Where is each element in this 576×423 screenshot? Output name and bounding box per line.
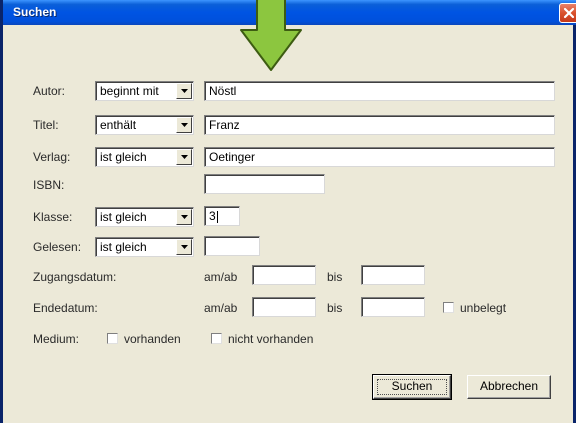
chevron-down-icon[interactable]	[176, 239, 192, 255]
available-label[interactable]: vorhanden	[124, 332, 181, 346]
unbelegt-label[interactable]: unbelegt	[460, 301, 506, 315]
chevron-down-icon[interactable]	[176, 83, 192, 99]
down-arrow-icon	[240, 0, 302, 71]
author-label: Autor:	[33, 84, 66, 98]
available-checkbox[interactable]	[107, 333, 118, 344]
author-operator-value: beginnt mit	[100, 84, 159, 98]
publisher-operator-value: ist gleich	[100, 150, 147, 164]
author-input-value: Nöstl	[209, 84, 237, 98]
close-icon	[563, 7, 575, 19]
publisher-input[interactable]: Oetinger	[204, 147, 555, 167]
medium-label: Medium:	[33, 332, 80, 346]
end-date-to-input[interactable]	[361, 297, 425, 317]
end-date-from-label: am/ab	[204, 301, 238, 315]
title-label: Titel:	[33, 118, 59, 132]
author-operator-select[interactable]: beginnt mit	[95, 81, 194, 101]
author-input[interactable]: Nöstl	[204, 81, 555, 101]
chevron-down-icon[interactable]	[176, 117, 192, 133]
class-label: Klasse:	[33, 210, 73, 224]
class-operator-value: ist gleich	[100, 210, 147, 224]
class-input[interactable]: 3	[204, 206, 240, 226]
read-label: Gelesen:	[33, 240, 82, 254]
access-date-from-input[interactable]	[252, 265, 316, 285]
class-input-value: 3	[209, 209, 216, 223]
chevron-down-icon[interactable]	[176, 209, 192, 225]
title-operator-value: enthält	[100, 118, 137, 132]
class-operator-select[interactable]: ist gleich	[95, 207, 194, 227]
not-available-checkbox[interactable]	[211, 333, 222, 344]
not-available-label[interactable]: nicht vorhanden	[228, 332, 313, 346]
unbelegt-checkbox[interactable]	[443, 302, 454, 313]
read-operator-select[interactable]: ist gleich	[95, 237, 194, 257]
title-input[interactable]: Franz	[204, 115, 555, 135]
end-date-to-label: bis	[327, 301, 343, 315]
publisher-input-value: Oetinger	[209, 150, 256, 164]
publisher-operator-select[interactable]: ist gleich	[95, 147, 194, 167]
access-date-to-label: bis	[327, 270, 343, 284]
search-dialog: Suchen Autor: beginnt mit Nöstl Titel: e…	[0, 0, 576, 423]
title-input-value: Franz	[209, 118, 240, 132]
title-operator-select[interactable]: enthält	[95, 115, 194, 135]
access-date-to-input[interactable]	[361, 265, 425, 285]
end-date-label: Endedatum:	[33, 301, 98, 315]
access-date-label: Zugangsdatum:	[33, 270, 117, 284]
search-button[interactable]: Suchen	[372, 374, 452, 400]
isbn-label: ISBN:	[33, 178, 65, 192]
window-title: Suchen	[13, 5, 57, 19]
close-button[interactable]	[559, 3, 576, 23]
read-operator-value: ist gleich	[100, 240, 147, 254]
read-input[interactable]	[204, 236, 260, 256]
text-caret	[216, 210, 218, 223]
isbn-input[interactable]	[204, 174, 325, 194]
chevron-down-icon[interactable]	[176, 149, 192, 165]
cancel-button-label: Abbrechen	[479, 379, 539, 393]
focus-rectangle	[377, 379, 447, 395]
publisher-label: Verlag:	[33, 150, 71, 164]
cancel-button[interactable]: Abbrechen	[467, 375, 551, 399]
access-date-from-label: am/ab	[204, 270, 238, 284]
end-date-from-input[interactable]	[252, 297, 316, 317]
